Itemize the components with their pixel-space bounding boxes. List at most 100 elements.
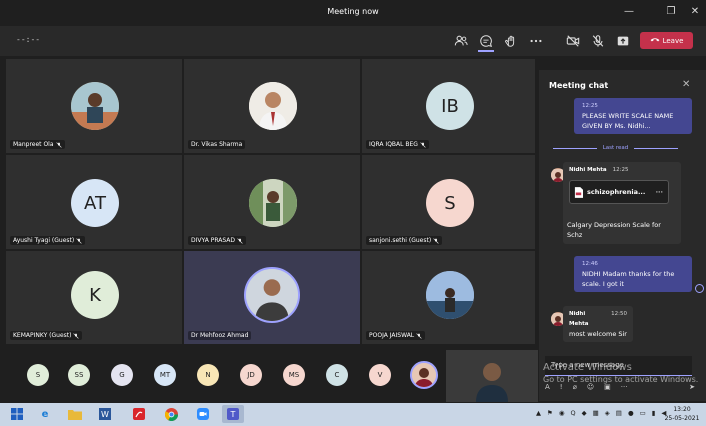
zoom-icon[interactable]: [192, 405, 214, 423]
taskbar-clock[interactable]: 13:20 25-05-2021: [660, 405, 704, 423]
participant-tile[interactable]: AT Ayushi Tyagi (Guest): [5, 154, 183, 250]
message-time: 12:50: [611, 311, 627, 317]
internet-explorer-icon[interactable]: e: [34, 405, 56, 423]
file-name: schizophrenia...: [587, 188, 646, 196]
tray-icon[interactable]: ◉: [559, 409, 565, 417]
chat-active-indicator: [478, 50, 494, 52]
mic-muted-icon: [433, 237, 439, 244]
participant-tile[interactable]: K KEMAPINKY (Guest): [5, 250, 183, 345]
close-chat-button[interactable]: ✕: [682, 79, 690, 90]
tray-icon[interactable]: ◈: [605, 409, 610, 417]
participant-name: sanjoni.sethi (Guest): [366, 236, 443, 245]
more-options-icon[interactable]: [527, 32, 545, 50]
roster-avatar[interactable]: C: [326, 364, 348, 386]
tray-icon[interactable]: ●: [628, 409, 634, 417]
participants-icon[interactable]: [452, 32, 470, 50]
video-grid: Manpreet Ola Dr. Vikas Sharma IB IQRA IQ…: [5, 58, 536, 345]
network-icon[interactable]: ▮: [652, 409, 656, 417]
participant-name: Dr Mehfooz Ahmad: [188, 331, 252, 340]
roster-avatar[interactable]: G: [111, 364, 133, 386]
chrome-icon[interactable]: [160, 405, 182, 423]
participant-tile[interactable]: S sanjoni.sethi (Guest): [361, 154, 536, 250]
gif-icon[interactable]: ▣: [604, 383, 611, 391]
mic-muted-icon: [76, 237, 82, 244]
roster-avatar[interactable]: N: [197, 364, 219, 386]
participant-tile[interactable]: IB IQRA IQBAL BEG: [361, 58, 536, 154]
attach-icon[interactable]: ⌀: [573, 383, 577, 391]
teams-icon[interactable]: T: [222, 405, 244, 423]
emoji-icon[interactable]: ☺: [587, 383, 594, 391]
self-video-preview[interactable]: [446, 350, 538, 402]
participant-avatar: AT: [71, 179, 119, 227]
leave-label: Leave: [662, 36, 684, 45]
system-tray: ▲ ⚑ ◉ Q ◆ ▦ ◈ ▤ ● ▭ ▮ ◀: [536, 409, 666, 417]
word-icon[interactable]: W: [94, 405, 116, 423]
meeting-toolbar: --:--: [0, 26, 706, 56]
participant-photo: [426, 271, 474, 319]
tray-icon[interactable]: ◆: [582, 409, 587, 417]
roster-avatar[interactable]: S: [27, 364, 49, 386]
participant-photo: [71, 82, 119, 130]
windows-start-icon[interactable]: [6, 405, 28, 423]
participant-name: POOJA JAISWAL: [366, 331, 426, 340]
mic-muted-icon: [55, 141, 62, 148]
tray-icon[interactable]: Q: [571, 409, 576, 417]
participant-name: KEMAPINKY (Guest): [10, 331, 83, 340]
tray-icon[interactable]: ⚑: [547, 409, 553, 417]
tray-icon[interactable]: ▲: [536, 409, 541, 417]
participant-name: IQRA IQBAL BEG: [366, 140, 429, 149]
message-sender: Nidhi Mehta: [569, 311, 589, 327]
send-icon[interactable]: ➤: [689, 383, 695, 391]
participant-photo: [249, 82, 297, 130]
participant-avatar: K: [71, 271, 119, 319]
battery-icon[interactable]: ▭: [640, 409, 646, 417]
participant-avatar: IB: [426, 82, 474, 130]
tray-icon[interactable]: ▦: [593, 409, 599, 417]
message-time: 12:25: [582, 103, 598, 109]
important-icon[interactable]: !: [560, 383, 563, 391]
participant-name: Manpreet Ola: [10, 140, 65, 149]
more-options-icon[interactable]: ···: [621, 383, 628, 391]
maximize-button[interactable]: ❐: [660, 3, 682, 21]
mic-muted-icon: [73, 332, 80, 339]
roster-avatar[interactable]: MS: [283, 364, 305, 386]
participant-tile-active-speaker[interactable]: Dr Mehfooz Ahmad: [183, 250, 361, 345]
attached-file-card[interactable]: schizophrenia... ···: [569, 180, 669, 204]
chat-message-mine: 12:25 PLEASE WRITE SCALE NAME GIVEN BY M…: [574, 98, 692, 134]
chat-message-other: Nidhi Mehta 12:50 most welcome Sir: [563, 306, 633, 342]
compose-toolbar: A ! ⌀ ☺ ▣ ··· ➤: [545, 381, 695, 393]
svg-text:W: W: [101, 410, 109, 419]
roster-avatar[interactable]: MT: [154, 364, 176, 386]
leave-button[interactable]: Leave: [640, 32, 693, 49]
participant-tile[interactable]: DIVYA PRASAD: [183, 154, 361, 250]
minimize-button[interactable]: —: [618, 3, 640, 21]
message-text: most welcome Sir: [569, 330, 627, 338]
participant-name: Ayushi Tyagi (Guest): [10, 236, 86, 245]
message-text: NIDHI Madam thanks for the scale. I got …: [582, 270, 675, 288]
participant-tile[interactable]: POOJA JAISWAL: [361, 250, 536, 345]
roster-avatar[interactable]: JD: [240, 364, 262, 386]
file-explorer-icon[interactable]: [64, 405, 86, 423]
read-receipt-icon: [695, 284, 704, 293]
close-window-button[interactable]: ✕: [684, 3, 706, 21]
meeting-timer: --:--: [16, 35, 41, 44]
roster-avatar[interactable]: SS: [68, 364, 90, 386]
svg-text:T: T: [230, 410, 236, 419]
share-content-icon[interactable]: [614, 32, 632, 50]
participant-tile[interactable]: Dr. Vikas Sharma: [183, 58, 361, 154]
chat-title: Meeting chat: [549, 81, 609, 90]
format-icon[interactable]: A: [545, 383, 550, 391]
meeting-chat-panel: Meeting chat ✕ 12:25 PLEASE WRITE SCALE …: [539, 70, 706, 401]
participant-name: DIVYA PRASAD: [188, 236, 246, 245]
tray-icon[interactable]: ▤: [616, 409, 622, 417]
participant-tile[interactable]: Manpreet Ola: [5, 58, 183, 154]
raise-hand-icon[interactable]: [502, 32, 520, 50]
acrobat-icon[interactable]: [128, 405, 150, 423]
mic-muted-icon: [237, 237, 243, 244]
chat-icon[interactable]: [477, 32, 495, 50]
mic-off-icon[interactable]: [589, 32, 607, 50]
camera-off-icon[interactable]: [564, 32, 582, 50]
roster-avatar[interactable]: V: [369, 364, 391, 386]
roster-avatar-photo[interactable]: [410, 361, 438, 389]
more-options-icon[interactable]: ···: [656, 188, 663, 196]
